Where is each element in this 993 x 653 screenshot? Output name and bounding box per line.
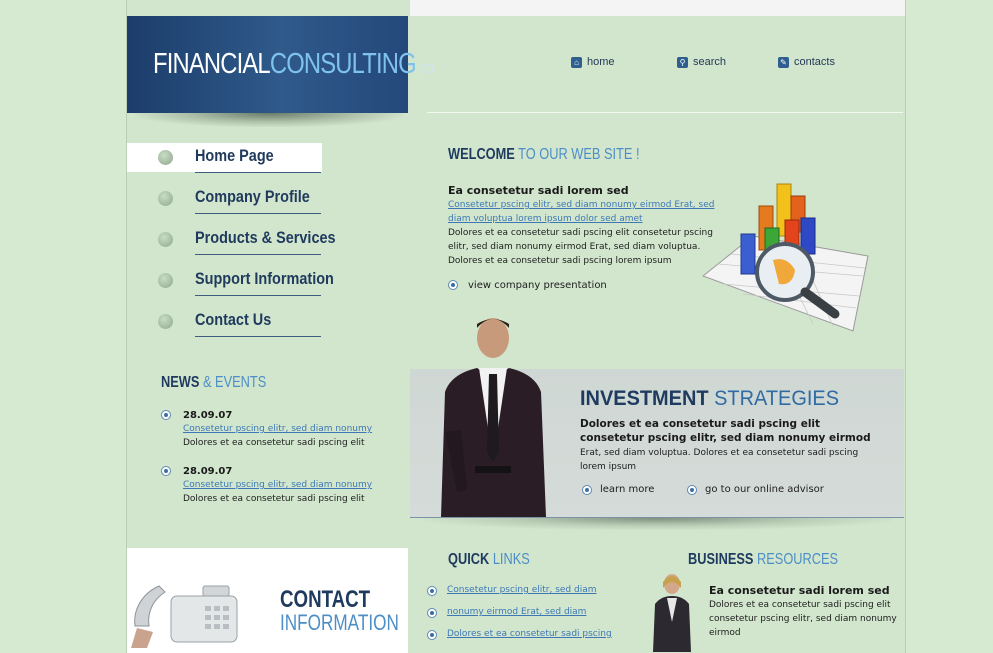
contact-information-banner[interactable]: CONTACT INFORMATION bbox=[127, 548, 408, 653]
welcome-text: Dolores et ea consetetur sadi pscing eli… bbox=[448, 228, 713, 266]
news-text: Dolores et ea consetetur sadi pscing eli… bbox=[183, 438, 365, 448]
news-title: NEWS & EVENTS bbox=[161, 374, 267, 391]
business-heading: Ea consetetur sadi lorem sed bbox=[709, 584, 890, 597]
menu-item-contact-us[interactable]: Contact Us bbox=[127, 307, 322, 337]
businesswoman-photo bbox=[653, 574, 691, 652]
nav-home-link[interactable]: ⌂ home bbox=[571, 56, 615, 68]
banner-shadow bbox=[423, 518, 893, 530]
menu-item-home-page[interactable]: Home Page bbox=[127, 143, 322, 173]
business-resources-title: BUSINESS RESOURCES bbox=[688, 551, 839, 568]
top-strip bbox=[410, 0, 905, 16]
welcome-heading: Ea consetetur sadi lorem sed bbox=[448, 184, 629, 197]
page-container: FINANCIALCONSULTING CO ⌂ home ⚲ search ✎ con… bbox=[126, 0, 906, 653]
menu-bullet-icon bbox=[158, 150, 173, 165]
logo-shadow bbox=[135, 113, 403, 127]
bullet-icon bbox=[161, 410, 171, 420]
investment-text: Erat, sed diam voluptua. Dolores et ea c… bbox=[580, 448, 859, 472]
menu-bullet-icon bbox=[158, 273, 173, 288]
menu-item-support-information[interactable]: Support Information bbox=[127, 266, 334, 296]
logo[interactable]: FINANCIALCONSULTING CO bbox=[127, 16, 434, 113]
bullet-icon bbox=[687, 485, 697, 495]
bullet-icon bbox=[427, 630, 437, 640]
businessman-photo bbox=[441, 318, 546, 517]
nav-search-link[interactable]: ⚲ search bbox=[677, 56, 726, 68]
quick-links-title: QUICK LINKS bbox=[448, 551, 530, 568]
investment-bold-text: Dolores et ea consetetur sadi pscing eli… bbox=[580, 418, 871, 444]
bullet-icon bbox=[448, 280, 458, 290]
menu-item-company-profile[interactable]: Company Profile bbox=[127, 184, 322, 214]
news-link[interactable]: Consetetur pscing elitr, sed diam nonumy bbox=[183, 480, 372, 490]
search-icon: ⚲ bbox=[677, 56, 688, 68]
menu-bullet-icon bbox=[158, 232, 173, 247]
news-date: 28.09.07 bbox=[183, 466, 233, 477]
bullet-icon bbox=[427, 608, 437, 618]
news-link[interactable]: Consetetur pscing elitr, sed diam nonumy bbox=[183, 424, 372, 434]
header-divider bbox=[427, 112, 903, 113]
investment-title: INVESTMENT STRATEGIES bbox=[580, 387, 840, 410]
contacts-icon: ✎ bbox=[778, 56, 789, 68]
logo-text: FINANCIALCONSULTING CO bbox=[153, 48, 434, 80]
bullet-icon bbox=[427, 586, 437, 596]
chart-magnifier-illustration bbox=[701, 183, 869, 332]
news-date: 28.09.07 bbox=[183, 410, 233, 421]
bullet-icon bbox=[161, 466, 171, 476]
menu-bullet-icon bbox=[158, 191, 173, 206]
welcome-title: WELCOME TO OUR WEB SITE ! bbox=[448, 146, 640, 163]
telephone-icon bbox=[131, 585, 238, 648]
menu-item-products-services[interactable]: Products & Services bbox=[127, 225, 336, 255]
news-text: Dolores et ea consetetur sadi pscing eli… bbox=[183, 494, 365, 504]
welcome-link[interactable]: Consetetur pscing elitr, sed diam nonumy… bbox=[448, 198, 718, 226]
nav-contacts-link[interactable]: ✎ contacts bbox=[778, 56, 835, 68]
bullet-icon bbox=[582, 485, 592, 495]
home-icon: ⌂ bbox=[571, 56, 582, 68]
menu-bullet-icon bbox=[158, 314, 173, 329]
business-text: Dolores et ea consetetur sadi pscing eli… bbox=[709, 600, 897, 638]
